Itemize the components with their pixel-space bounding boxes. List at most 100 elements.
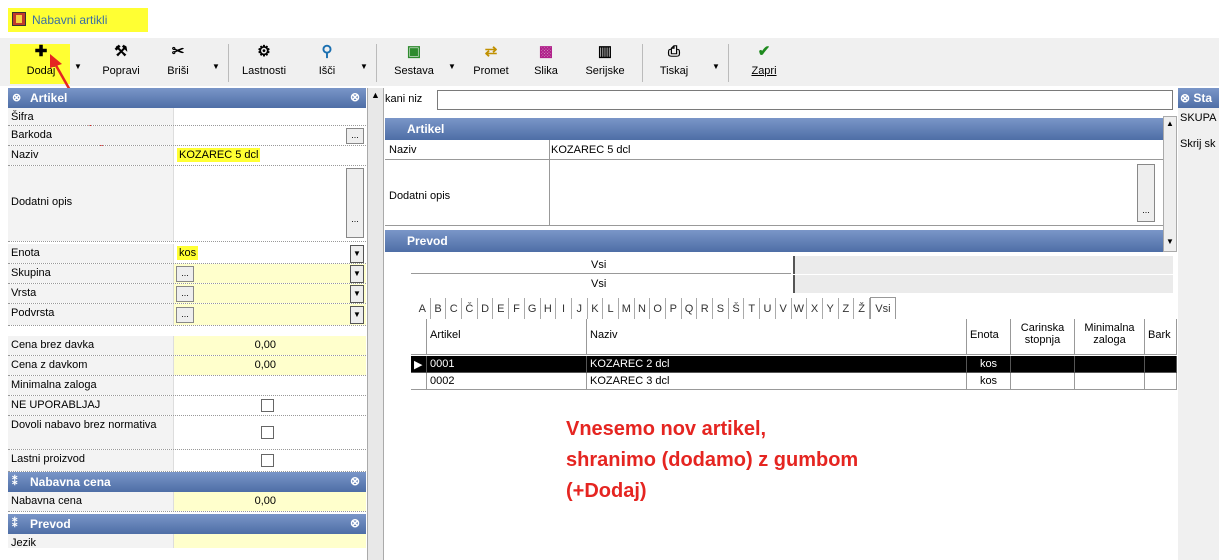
field-enota: Enota kos ▼ xyxy=(8,244,366,264)
sestava-button[interactable]: ▣ Sestava xyxy=(388,42,440,84)
alpha-tab-l[interactable]: L xyxy=(603,298,619,320)
alpha-tab-b[interactable]: B xyxy=(431,298,447,320)
alpha-tab-z[interactable]: Z xyxy=(839,298,855,320)
scroll-up-icon[interactable]: ▲ xyxy=(1166,119,1174,128)
sestava-dropdown-icon[interactable]: ▼ xyxy=(448,62,456,71)
alpha-tab-a[interactable]: A xyxy=(415,298,431,320)
alpha-tab-n[interactable]: N xyxy=(635,298,651,320)
vrsta-dropdown-icon[interactable]: ▼ xyxy=(350,285,364,303)
splitter-arrow-icon[interactable]: ▲ xyxy=(371,90,380,100)
skupina-dropdown-icon[interactable]: ▼ xyxy=(350,265,364,283)
alpha-tab-s[interactable]: S xyxy=(713,298,729,320)
alpha-tab-h[interactable]: H xyxy=(541,298,557,320)
alpha-tab-g[interactable]: G xyxy=(525,298,541,320)
alpha-tab-w[interactable]: W xyxy=(792,298,808,320)
alpha-tab-x[interactable]: X xyxy=(807,298,823,320)
brisi-dropdown-icon[interactable]: ▼ xyxy=(212,62,220,71)
lastnosti-button[interactable]: ⚙ Lastnosti xyxy=(234,42,294,84)
table-row[interactable]: ▶ 0001 KOZAREC 2 dcl kos xyxy=(411,356,1177,373)
filter-2-value[interactable]: Vsi xyxy=(591,278,606,290)
field-skupina: Skupina ... ▼ xyxy=(8,264,366,284)
detail-scrollbar[interactable]: ▲ ▼ xyxy=(1163,116,1177,252)
title-bar: Nabavni artikli xyxy=(0,0,1219,38)
isci-button[interactable]: ⚲ Išči xyxy=(310,42,344,84)
podvrsta-browse-button[interactable]: ... xyxy=(176,307,194,323)
alpha-tab-y[interactable]: Y xyxy=(823,298,839,320)
filter-1-value[interactable]: Vsi xyxy=(591,259,606,271)
alpha-tab-c[interactable]: C xyxy=(446,298,463,320)
ne-uporabljaj-checkbox[interactable] xyxy=(261,399,274,412)
scroll-down-icon[interactable]: ▼ xyxy=(1166,237,1174,246)
col-enota[interactable]: Enota xyxy=(967,319,1011,355)
alpha-tab-i[interactable]: I xyxy=(556,298,572,320)
sifra-input[interactable] xyxy=(174,108,366,125)
jezik-select[interactable] xyxy=(174,534,366,548)
alpha-tab-d[interactable]: D xyxy=(478,298,494,320)
status-header[interactable]: ⊗ Sta xyxy=(1178,88,1219,108)
alpha-tab-f[interactable]: F xyxy=(509,298,525,320)
barkoda-input[interactable] xyxy=(174,126,366,145)
serijske-button[interactable]: ▥ Serijske xyxy=(580,42,630,84)
alpha-tab-r[interactable]: R xyxy=(697,298,714,320)
alpha-tab-q[interactable]: Q xyxy=(682,298,698,320)
skupina-select[interactable] xyxy=(174,264,366,283)
naziv-input[interactable]: KOZAREC 5 dcl xyxy=(174,146,366,165)
alpha-tab-t[interactable]: T xyxy=(744,298,761,320)
search-input[interactable] xyxy=(437,90,1173,110)
skupina-browse-button[interactable]: ... xyxy=(176,266,194,282)
zapri-button[interactable]: ✔ Zapri xyxy=(744,42,784,84)
alpha-tab-u[interactable]: U xyxy=(760,298,776,320)
status-item[interactable]: SKUPA xyxy=(1180,112,1216,124)
chevron-up-icon[interactable]: ⊗ xyxy=(350,90,360,104)
tiskaj-button[interactable]: ⎙ Tiskaj xyxy=(654,42,694,84)
tiskaj-dropdown-icon[interactable]: ▼ xyxy=(712,62,720,71)
podvrsta-dropdown-icon[interactable]: ▼ xyxy=(350,306,364,324)
promet-button[interactable]: ⇄ Promet xyxy=(466,42,516,84)
search-label: kani niz xyxy=(385,93,423,105)
alpha-tab-ž[interactable]: Ž xyxy=(854,298,870,320)
dodatni-opis-browse-button[interactable]: ... xyxy=(346,168,364,238)
enota-dropdown-icon[interactable]: ▼ xyxy=(350,245,364,263)
col-barkoda[interactable]: Bark xyxy=(1145,319,1177,355)
slika-button[interactable]: ▩ Slika xyxy=(526,42,566,84)
podvrsta-select[interactable] xyxy=(174,304,366,325)
section-nabavna-cena-header[interactable]: ⁑ Nabavna cena ⊗ xyxy=(8,472,366,492)
detail-dodatni-opis-browse-button[interactable]: ... xyxy=(1137,164,1155,222)
alpha-tab-vsi[interactable]: Vsi xyxy=(869,297,896,320)
chevron-up-icon[interactable]: ⊗ xyxy=(350,474,360,488)
panel-splitter[interactable]: ▲ xyxy=(367,88,384,560)
field-ne-uporabljaj: NE UPORABLJAJ xyxy=(8,396,366,416)
alpha-tab-č[interactable]: Č xyxy=(462,298,478,320)
alpha-tab-m[interactable]: M xyxy=(619,298,635,320)
enota-select[interactable]: kos xyxy=(174,244,366,263)
alpha-tab-k[interactable]: K xyxy=(588,298,604,320)
col-naziv[interactable]: Naziv xyxy=(587,319,967,355)
chevron-up-icon[interactable]: ⊗ xyxy=(350,516,360,530)
vrsta-select[interactable] xyxy=(174,284,366,303)
status-item[interactable]: Skrij sk xyxy=(1180,138,1215,150)
toolbar-separator xyxy=(642,44,643,82)
table-row[interactable]: 0002 KOZAREC 3 dcl kos xyxy=(411,373,1177,390)
alpha-tab-j[interactable]: J xyxy=(572,298,588,320)
checkmark-icon: ✔ xyxy=(757,43,771,60)
section-prevod-header[interactable]: ⁑ Prevod ⊗ xyxy=(8,514,366,534)
alpha-tab-o[interactable]: O xyxy=(650,298,666,320)
minimalna-zaloga-input[interactable] xyxy=(174,376,366,395)
dovoli-nabavo-checkbox[interactable] xyxy=(261,426,274,439)
brisi-button[interactable]: ✂ Briši xyxy=(160,42,196,84)
field-vrsta: Vrsta ... ▼ xyxy=(8,284,366,304)
alpha-tab-e[interactable]: E xyxy=(493,298,510,320)
col-artikel[interactable]: Artikel xyxy=(427,319,587,355)
section-artikel-header[interactable]: ⊗ Artikel ⊗ xyxy=(8,88,366,108)
alpha-tab-v[interactable]: V xyxy=(776,298,792,320)
col-carinska-stopnja[interactable]: Carinska stopnja xyxy=(1011,319,1075,355)
isci-dropdown-icon[interactable]: ▼ xyxy=(360,62,368,71)
lastni-proizvod-checkbox[interactable] xyxy=(261,454,274,467)
dodatni-opis-input[interactable] xyxy=(174,166,366,241)
alpha-tab-š[interactable]: Š xyxy=(729,298,745,320)
barkoda-browse-button[interactable]: ... xyxy=(346,128,364,144)
field-naziv: Naziv KOZAREC 5 dcl xyxy=(8,146,366,166)
col-minimalna-zaloga[interactable]: Minimalna zaloga xyxy=(1075,319,1145,355)
alpha-tab-p[interactable]: P xyxy=(666,298,682,320)
vrsta-browse-button[interactable]: ... xyxy=(176,286,194,302)
